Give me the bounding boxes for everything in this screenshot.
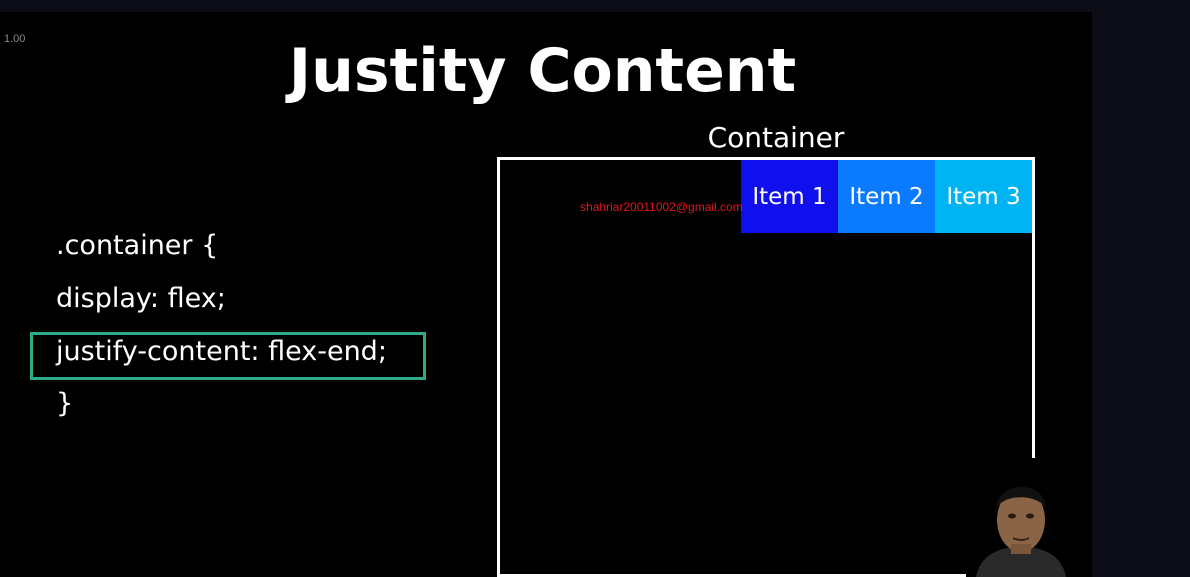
code-line-close-brace: }: [56, 388, 74, 419]
video-frame: 1.00 Justity Content .container { displa…: [0, 0, 1190, 577]
code-line-justify-content: justify-content: flex-end;: [56, 336, 387, 367]
top-bar: [0, 0, 1190, 12]
slide-title: Justity Content: [288, 36, 797, 106]
right-margin: [1092, 12, 1190, 577]
flex-item-2: Item 2: [838, 160, 935, 233]
code-line-container-open: .container {: [56, 230, 219, 261]
flex-item-3: Item 3: [935, 160, 1032, 233]
code-line-display: display: flex;: [56, 283, 226, 314]
flex-item-1: Item 1: [741, 160, 838, 233]
flex-container-demo: Item 1 Item 2 Item 3: [497, 157, 1035, 577]
presenter-webcam-icon: [966, 458, 1076, 577]
container-label: Container: [707, 121, 845, 154]
email-watermark: shahriar20011002@gmail.com: [580, 200, 743, 214]
